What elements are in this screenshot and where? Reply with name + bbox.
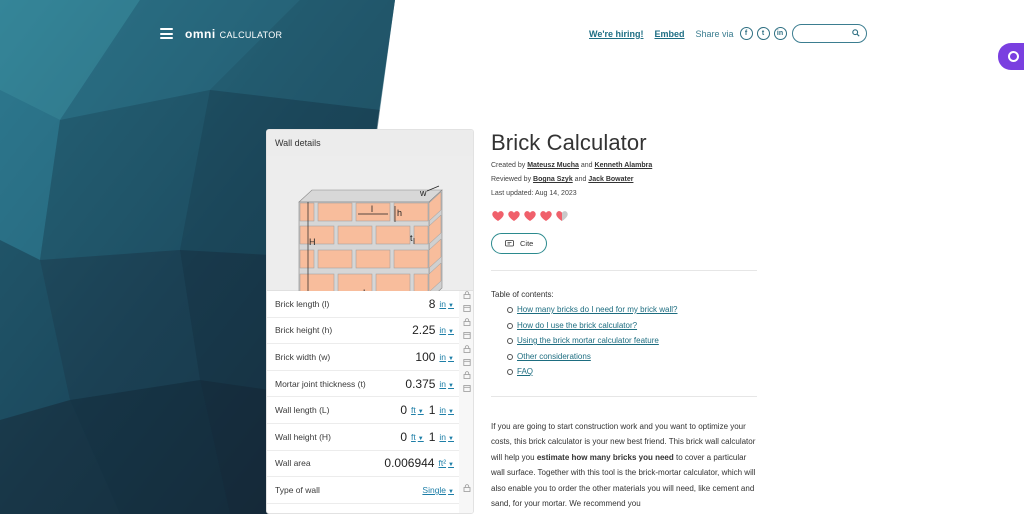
lock-icon[interactable] xyxy=(463,484,471,492)
logo-sub: CALCULATOR xyxy=(219,30,283,40)
toc-link[interactable]: FAQ xyxy=(517,367,533,376)
unit-select[interactable]: ft² ▼ xyxy=(438,458,454,468)
field-brick-height: Brick height (h) 2.25 in ▼ xyxy=(267,318,459,345)
lock-icon[interactable] xyxy=(463,318,471,326)
toc-link[interactable]: How do I use the brick calculator? xyxy=(517,321,637,330)
field-wall-height: Wall height (H) 0 ft ▼ 1 in ▼ xyxy=(267,424,459,451)
unit-select[interactable]: ft ▼ xyxy=(411,432,424,442)
field-mortar-thickness: Mortar joint thickness (t) 0.375 in ▼ xyxy=(267,371,459,398)
twitter-icon[interactable]: t xyxy=(756,27,770,40)
list-item: Other considerations xyxy=(507,349,761,365)
diagram-label-l: l xyxy=(371,204,373,214)
author-link[interactable]: Mateusz Mucha xyxy=(527,162,579,169)
feedback-tab[interactable] xyxy=(998,43,1024,70)
logo-main: omni xyxy=(185,27,216,41)
diagram-label-w: w xyxy=(419,188,427,198)
divider xyxy=(491,270,757,271)
quote-icon xyxy=(505,239,514,246)
unit-select[interactable]: in ▼ xyxy=(439,379,454,389)
heart-icon[interactable] xyxy=(523,209,537,223)
rating-hearts[interactable] xyxy=(491,209,761,223)
field-wall-length: Wall length (L) 0 ft ▼ 1 in ▼ xyxy=(267,397,459,424)
heart-icon[interactable] xyxy=(491,209,505,223)
wall-type-select[interactable]: Single ▼ xyxy=(422,485,454,495)
field-label: Brick length (l) xyxy=(275,298,330,309)
list-item: Using the brick mortar calculator featur… xyxy=(507,333,761,349)
omni-logo[interactable]: omni CALCULATOR xyxy=(185,27,282,41)
menu-icon[interactable] xyxy=(160,28,173,39)
lock-icon[interactable] xyxy=(463,291,471,299)
half-heart-icon[interactable] xyxy=(555,209,569,223)
intro-paragraph: If you are going to start construction w… xyxy=(491,421,756,509)
brick-length-input[interactable]: 8 xyxy=(429,297,436,311)
field-type-of-wall: Type of wall Single ▼ xyxy=(267,477,459,504)
author-link[interactable]: Kenneth Alambra xyxy=(595,162,653,169)
search-icon xyxy=(852,29,860,37)
toc-title: Table of contents: xyxy=(491,290,554,299)
wall-length-in-input[interactable]: 1 xyxy=(429,403,436,417)
unit-select[interactable]: in ▼ xyxy=(439,352,454,362)
calendar-icon[interactable] xyxy=(463,331,471,339)
calendar-icon[interactable] xyxy=(463,358,471,366)
reviewer-link[interactable]: Jack Bowater xyxy=(588,176,633,183)
panel-title: Wall details xyxy=(267,130,473,156)
unit-select[interactable]: in ▼ xyxy=(439,405,454,415)
cite-button[interactable]: Cite xyxy=(491,233,548,254)
top-links: We're hiring! Embed Share via f t in xyxy=(589,27,791,40)
calendar-icon[interactable] xyxy=(463,304,471,312)
article-meta: Created by Mateusz Mucha and Kenneth Ala… xyxy=(491,159,761,201)
facebook-icon[interactable]: f xyxy=(739,27,753,40)
field-label: Wall area xyxy=(275,458,311,469)
mortar-thickness-input[interactable]: 0.375 xyxy=(405,377,435,391)
field-label: Wall height (H) xyxy=(275,431,331,442)
linkedin-icon[interactable]: in xyxy=(773,27,787,40)
feedback-icon xyxy=(1007,51,1019,62)
table-of-contents: How many bricks do I need for my brick w… xyxy=(491,302,761,380)
toc-link[interactable]: Other considerations xyxy=(517,352,591,361)
share-via-label: Share via xyxy=(695,28,734,39)
field-brick-width: Brick width (w) 100 in ▼ xyxy=(267,344,459,371)
embed-link[interactable]: Embed xyxy=(654,29,684,39)
field-brick-length: Brick length (l) 8 in ▼ xyxy=(267,291,459,318)
unit-select[interactable]: in ▼ xyxy=(439,325,454,335)
brick-height-input[interactable]: 2.25 xyxy=(412,323,435,337)
hiring-link[interactable]: We're hiring! xyxy=(589,29,643,39)
wall-height-in-input[interactable]: 1 xyxy=(429,430,436,444)
diagram-label-H: H xyxy=(309,237,316,247)
field-label: Wall length (L) xyxy=(275,405,330,416)
field-label: Type of wall xyxy=(275,484,320,495)
brick-wall-diagram: H L l h t w xyxy=(267,156,473,301)
divider xyxy=(491,395,757,397)
authors-line: Created by Mateusz Mucha and Kenneth Ala… xyxy=(491,162,653,169)
unit-select[interactable]: ft ▼ xyxy=(411,405,424,415)
field-label: Brick width (w) xyxy=(275,351,331,362)
lock-icon[interactable] xyxy=(463,345,471,353)
brick-width-input[interactable]: 100 xyxy=(415,350,435,364)
page-title: Brick Calculator xyxy=(491,130,647,155)
unit-select[interactable]: in ▼ xyxy=(439,432,454,442)
toc-link[interactable]: Using the brick mortar calculator featur… xyxy=(517,336,659,345)
last-updated: Last updated: Aug 14, 2023 xyxy=(491,190,577,197)
search-input[interactable] xyxy=(792,24,867,43)
unit-select[interactable]: in ▼ xyxy=(439,299,454,309)
article: Brick Calculator Created by Mateusz Much… xyxy=(491,130,761,512)
reviewer-link[interactable]: Bogna Szyk xyxy=(533,176,573,183)
wall-length-ft-input[interactable]: 0 xyxy=(400,403,407,417)
reviewers-line: Reviewed by Bogna Szyk and Jack Bowater xyxy=(491,176,634,183)
wall-area-input[interactable]: 0.006944 xyxy=(384,456,434,470)
field-wall-area: Wall area 0.006944 ft² ▼ xyxy=(267,451,459,478)
lock-icon[interactable] xyxy=(463,371,471,379)
heart-icon[interactable] xyxy=(507,209,521,223)
heart-icon[interactable] xyxy=(539,209,553,223)
field-label: Mortar joint thickness (t) xyxy=(275,378,366,389)
diagram-label-h: h xyxy=(397,208,402,218)
calendar-icon[interactable] xyxy=(463,384,471,392)
list-item: How many bricks do I need for my brick w… xyxy=(507,302,761,318)
wall-height-ft-input[interactable]: 0 xyxy=(400,430,407,444)
list-item: How do I use the brick calculator? xyxy=(507,318,761,334)
calculator-panel: Wall details H l h t w Brick length (l) … xyxy=(266,129,474,514)
field-label: Brick height (h) xyxy=(275,325,333,336)
toc-link[interactable]: How many bricks do I need for my brick w… xyxy=(517,305,678,314)
list-item: FAQ xyxy=(507,364,761,380)
